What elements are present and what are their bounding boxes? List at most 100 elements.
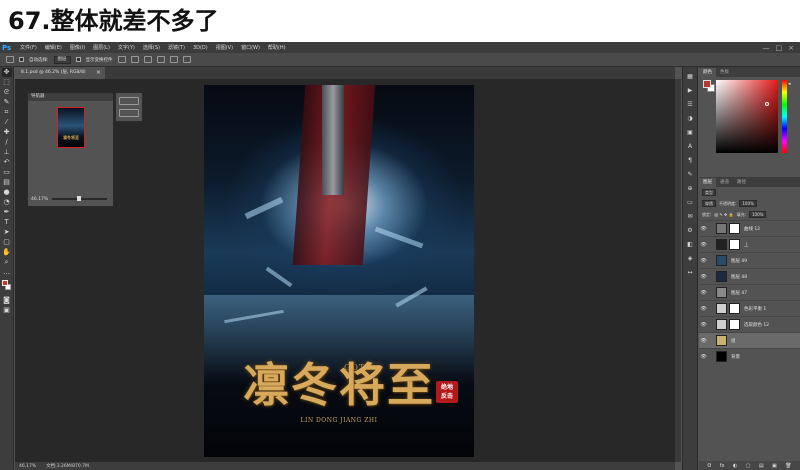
menu-file[interactable]: 文件(F) [16,44,41,51]
eye-icon[interactable]: 👁 [699,338,708,344]
tool-presets-icon[interactable]: ⚙ [686,227,695,235]
eye-icon[interactable]: 👁 [699,274,708,280]
opacity-field[interactable]: 100% [739,200,757,207]
menu-3d[interactable]: 3D(D) [189,45,212,51]
dodge-tool-icon[interactable]: ◔ [2,198,12,207]
layer-row[interactable]: 👁 背景 [699,348,800,364]
eye-icon[interactable]: 👁 [699,306,708,312]
character-panel-icon[interactable]: A [686,143,695,151]
tab-close-icon[interactable]: × [96,67,101,79]
hand-tool-icon[interactable]: ✋ [2,248,12,257]
align-middle-icon[interactable] [130,56,139,63]
menu-filter[interactable]: 滤镜(T) [164,44,189,51]
add-style-icon[interactable]: fx [720,463,725,469]
eye-icon[interactable]: 👁 [699,322,708,328]
eye-icon[interactable]: 👁 [699,242,708,248]
move-tool-icon[interactable] [6,56,14,63]
layer-row[interactable]: 👁 图层 49 [699,252,800,268]
stamp-tool-icon[interactable]: ⊥ [2,148,12,157]
layer-thumbnail[interactable] [716,335,727,346]
history-brush-icon[interactable]: ↶ [2,158,12,167]
tab-swatches[interactable]: 色板 [716,68,733,77]
layer-thumbnail[interactable] [716,239,727,250]
canvas-area[interactable]: GOT 凛冬将至 LIN DONG JIANG ZHI 绝地 反击 [15,79,675,462]
layer-mask-thumbnail[interactable] [729,223,740,234]
menu-window[interactable]: 窗口(W) [237,44,264,51]
menu-layer[interactable]: 图层(L) [89,44,114,51]
quick-mask-icon[interactable]: ◙ [2,296,12,305]
layer-row[interactable]: 👁 曲线 12 [699,220,800,236]
menu-select[interactable]: 选择(S) [139,44,164,51]
gradient-tool-icon[interactable]: ▤ [2,178,12,187]
menu-type[interactable]: 文字(Y) [114,44,139,51]
zoom-tool-icon[interactable]: ⌕ [2,258,12,267]
screen-mode-icon[interactable]: ▣ [2,306,12,315]
menu-view[interactable]: 视图(V) [212,44,237,51]
lock-icons[interactable]: ▨ ✎ ✥ 🔒 [714,212,733,217]
menu-edit[interactable]: 编辑(E) [41,44,66,51]
layer-thumbnail[interactable] [716,255,727,266]
close-button[interactable]: × [788,44,794,52]
styles-panel-icon[interactable]: ▣ [686,129,695,137]
color-picker-marker[interactable] [765,102,769,106]
layer-mask-thumbnail[interactable] [729,239,740,250]
new-adjustment-icon[interactable]: ▢ [746,463,751,469]
crop-tool-icon[interactable]: ⌗ [2,108,12,117]
eye-icon[interactable]: 👁 [699,258,708,264]
hue-slider-arrow-icon[interactable]: ◂ [788,81,791,87]
add-mask-icon[interactable]: ◐ [733,463,737,469]
align-center-icon[interactable] [169,56,178,63]
marquee-tool-icon[interactable]: ⬚ [2,78,12,87]
notes-panel-icon[interactable]: ✉ [686,213,695,221]
status-zoom[interactable]: 46.17% [19,464,36,469]
measurement-icon[interactable]: ↔ [686,269,695,277]
layer-mask-thumbnail[interactable] [729,303,740,314]
clone-source-icon[interactable]: ⊕ [686,185,695,193]
eraser-tool-icon[interactable]: ▭ [2,168,12,177]
tab-color[interactable]: 颜色 [699,68,716,77]
align-right-icon[interactable] [182,56,191,63]
hue-slider[interactable] [782,80,787,153]
blend-mode-dropdown[interactable]: 穿透 [702,200,716,207]
blur-tool-icon[interactable]: ● [2,188,12,197]
eye-icon[interactable]: 👁 [699,290,708,296]
lasso-tool-icon[interactable]: ᘓ [2,88,12,97]
3d-panel-icon[interactable]: ◈ [686,255,695,263]
layer-thumbnail[interactable] [716,287,727,298]
new-group-icon[interactable]: ▤ [759,463,764,469]
healing-tool-icon[interactable]: ✚ [2,128,12,137]
layer-thumbnail[interactable] [716,319,727,330]
navigator-slider-knob[interactable] [77,196,81,201]
foreground-color-swatch[interactable] [2,280,8,286]
menu-image[interactable]: 图像(I) [66,44,89,51]
auto-select-dropdown[interactable]: 图层 [53,55,71,64]
paragraph-panel-icon[interactable]: ¶ [686,157,695,165]
quick-select-tool-icon[interactable]: ✎ [2,98,12,107]
eye-icon[interactable]: 👁 [699,354,708,360]
navigator-zoom[interactable]: 46.17% [31,197,48,202]
layer-row[interactable]: 👁 选取颜色 12 [699,316,800,332]
color-picker-field[interactable] [716,80,778,153]
new-layer-icon[interactable]: ▣ [772,463,777,469]
brush-tool-icon[interactable]: ∕ [2,138,12,147]
layer-thumbnail[interactable] [716,271,727,282]
navigator-thumbnail[interactable]: 凛冬将至 [57,107,85,148]
layer-mask-thumbnail[interactable] [729,319,740,330]
histogram-icon[interactable] [119,97,139,105]
color-panel-fg-swatch[interactable] [703,80,711,88]
align-top-icon[interactable] [117,56,126,63]
tab-paths[interactable]: 路径 [733,178,750,187]
info-icon[interactable] [119,109,139,117]
timeline-panel-icon[interactable]: ▭ [686,199,695,207]
link-layers-icon[interactable]: ʘ [707,463,711,469]
layer-thumbnail[interactable] [716,351,727,362]
layer-row[interactable]: 👁 组 [699,332,800,348]
layer-row[interactable]: 👁 色彩平衡 1 [699,300,800,316]
layer-row[interactable]: 👁 丄 [699,236,800,252]
adjustments-panel-icon[interactable]: ◑ [686,115,695,123]
history-panel-icon[interactable]: ▦ [686,73,695,81]
shape-tool-icon[interactable]: ▢ [2,238,12,247]
auto-select-checkbox[interactable] [19,57,24,62]
layer-row[interactable]: 👁 图层 48 [699,268,800,284]
layer-row[interactable]: 👁 图层 47 [699,284,800,300]
